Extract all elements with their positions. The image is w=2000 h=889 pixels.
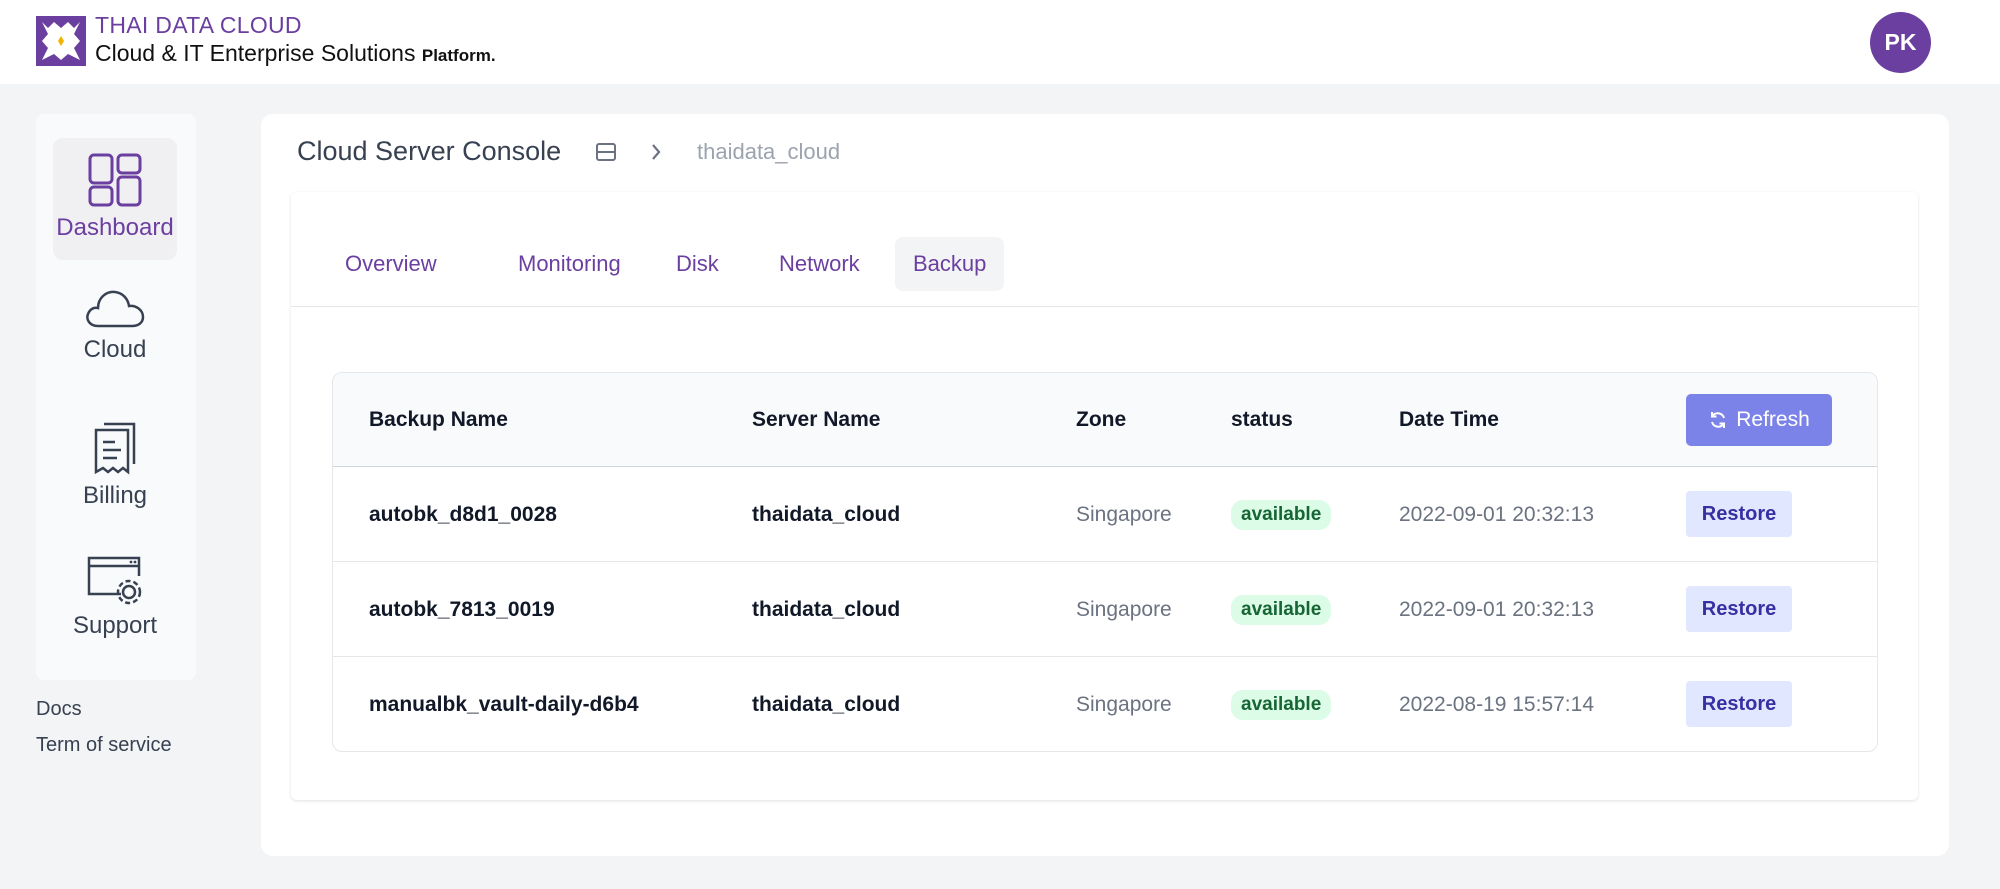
zone-cell: Singapore: [1076, 692, 1172, 716]
sidebar-item-label: Cloud: [83, 336, 147, 363]
backup-name-cell: autobk_d8d1_0028: [369, 502, 557, 526]
terms-of-service-link[interactable]: Term of service: [36, 734, 172, 757]
column-server-name: Server Name: [752, 408, 881, 431]
server-detail-panel: Overview Monitoring Disk Network Backup …: [291, 192, 1918, 800]
status-badge: available: [1231, 594, 1332, 625]
server-name-cell: thaidata_cloud: [752, 692, 901, 716]
brand-tagline: Cloud & IT Enterprise Solutions Platform…: [95, 40, 496, 67]
table-header: Backup Name Server Name Zone status Date…: [333, 373, 1877, 467]
restore-button[interactable]: Restore: [1686, 491, 1792, 537]
table-row: autobk_7813_0019 thaidata_cloud Singapor…: [333, 562, 1877, 657]
receipt-icon: [94, 422, 136, 475]
backup-table: Backup Name Server Name Zone status Date…: [332, 372, 1878, 752]
date-time-cell: 2022-08-19 15:57:14: [1399, 692, 1594, 716]
cloud-icon: [86, 290, 145, 328]
thai-data-cloud-logo[interactable]: [36, 16, 86, 66]
zone-cell: Singapore: [1076, 597, 1172, 621]
sidebar-item-label: Support: [72, 612, 158, 639]
tab-disk[interactable]: Disk: [658, 237, 737, 291]
chevron-right-icon: [652, 144, 661, 160]
brand-tagline-main: Cloud & IT Enterprise Solutions: [95, 40, 416, 66]
status-badge: available: [1231, 499, 1332, 530]
status-cell: available: [1231, 467, 1332, 562]
backup-name-cell: autobk_7813_0019: [369, 597, 555, 621]
dashboard-icon: [88, 153, 142, 207]
date-time-cell: 2022-09-01 20:32:13: [1399, 502, 1594, 526]
status-cell: available: [1231, 657, 1332, 751]
brand-name: THAI DATA CLOUD: [95, 12, 302, 38]
backup-name-cell: manualbk_vault-daily-d6b4: [369, 692, 639, 716]
tab-network[interactable]: Network: [761, 237, 878, 291]
server-name-cell: thaidata_cloud: [752, 597, 901, 621]
sidebar-item-dashboard[interactable]: Dashboard: [53, 138, 177, 260]
sidebar-item-cloud[interactable]: Cloud: [53, 272, 177, 394]
page-title: Cloud Server Console: [297, 136, 562, 166]
sidebar-item-label: Dashboard: [56, 214, 174, 241]
server-name-cell: thaidata_cloud: [752, 502, 901, 526]
settings-window-icon: [87, 556, 142, 605]
table-row: manualbk_vault-daily-d6b4 thaidata_cloud…: [333, 657, 1877, 751]
refresh-button[interactable]: Refresh: [1686, 394, 1832, 446]
sidebar: Dashboard Cloud Billing Support: [36, 114, 196, 680]
column-date-time: Date Time: [1399, 408, 1499, 431]
tab-monitoring[interactable]: Monitoring: [500, 237, 639, 291]
top-header: THAI DATA CLOUD Cloud & IT Enterprise So…: [0, 0, 2000, 84]
zone-cell: Singapore: [1076, 502, 1172, 526]
server-icon[interactable]: [595, 141, 617, 163]
column-backup-name: Backup Name: [369, 408, 508, 431]
refresh-label: Refresh: [1736, 408, 1810, 431]
table-row: autobk_d8d1_0028 thaidata_cloud Singapor…: [333, 467, 1877, 562]
refresh-icon: [1711, 412, 1726, 428]
status-cell: available: [1231, 562, 1332, 657]
tab-backup[interactable]: Backup: [895, 237, 1005, 291]
sidebar-item-billing[interactable]: Billing: [53, 406, 177, 528]
docs-link[interactable]: Docs: [36, 698, 82, 721]
column-zone: Zone: [1076, 408, 1127, 431]
restore-button[interactable]: Restore: [1686, 681, 1792, 727]
sidebar-item-label: Billing: [82, 482, 148, 509]
column-status: status: [1231, 408, 1293, 431]
sidebar-item-support[interactable]: Support: [53, 540, 177, 662]
tabs-divider: [291, 306, 1918, 307]
restore-button[interactable]: Restore: [1686, 586, 1792, 632]
status-badge: available: [1231, 689, 1332, 720]
brand-tagline-suffix: Platform.: [421, 46, 496, 65]
main-content-card: Cloud Server Console thaidata_cloud Over…: [261, 114, 1949, 856]
breadcrumb-server[interactable]: thaidata_cloud: [697, 139, 840, 165]
user-avatar[interactable]: PK: [1870, 12, 1931, 73]
date-time-cell: 2022-09-01 20:32:13: [1399, 597, 1594, 621]
tab-overview[interactable]: Overview: [327, 237, 455, 291]
